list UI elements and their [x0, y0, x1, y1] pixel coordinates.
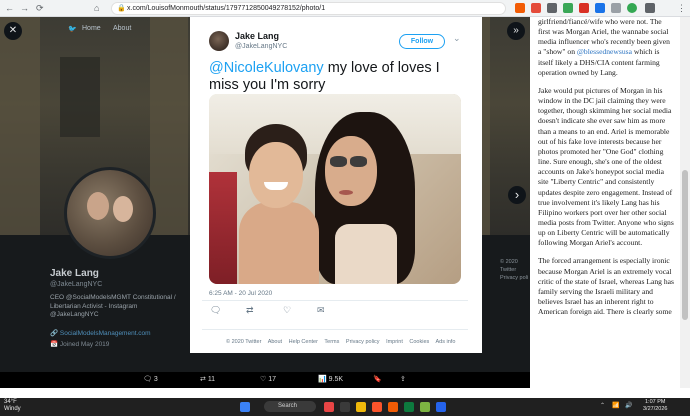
- photo-action-bar: 🗨 3 ⇄ 11 ♡ 17 📊 9.5K 🔖 ⇪: [0, 372, 530, 388]
- footer-link[interactable]: About: [268, 339, 282, 345]
- taskbar-clock[interactable]: 1:07 PM 3/27/2026: [643, 399, 667, 413]
- article-panel: girlfriend/fiancé/wife who were not. The…: [530, 17, 680, 388]
- profile-name: Jake Lang: [50, 268, 99, 279]
- folder-icon[interactable]: [356, 402, 366, 412]
- reload-icon[interactable]: ⟳: [36, 3, 44, 13]
- author-name[interactable]: Jake Lang: [235, 31, 279, 41]
- article-link[interactable]: @blessednewsusa: [577, 47, 632, 56]
- extension-icon[interactable]: [579, 3, 589, 13]
- forward-icon[interactable]: →: [20, 3, 29, 13]
- weather-widget[interactable]: 34°F Windy: [4, 399, 21, 413]
- extension-icon[interactable]: [563, 3, 573, 13]
- nav-about[interactable]: About: [113, 25, 131, 32]
- scrollbar-thumb[interactable]: [682, 170, 688, 320]
- app-icon[interactable]: [324, 402, 334, 412]
- windows-taskbar: 34°F Windy Search ⌃ 📶 🔊 1:07 PM 3/27/202…: [0, 398, 690, 416]
- follow-button[interactable]: Follow: [399, 34, 445, 49]
- next-button[interactable]: »: [507, 22, 525, 40]
- extension-icon[interactable]: [515, 3, 525, 13]
- tweet-modal: Jake Lang @JakeLangNYC Follow ⌄ @NicoleK…: [190, 17, 482, 353]
- twitter-bird-icon: 🐦: [68, 26, 77, 33]
- profile-joined: 📅 Joined May 2019: [50, 341, 110, 348]
- extension-icon[interactable]: [547, 3, 557, 13]
- footer-link[interactable]: Ads info: [436, 339, 456, 345]
- browser-toolbar: ← → ⟳ ⌂ 🔒 x.com/LouisofMonmouth/status/1…: [0, 0, 690, 17]
- task-view-icon[interactable]: [340, 402, 350, 412]
- footer-link[interactable]: Cookies: [409, 339, 429, 345]
- article-paragraph: girlfriend/fiancé/wife who were not. The…: [538, 17, 670, 77]
- profile-handle: @JakeLangNYC: [50, 281, 103, 288]
- wifi-icon[interactable]: ⌃: [600, 402, 605, 409]
- reply-icon[interactable]: 🗨: [210, 305, 221, 316]
- reply-action[interactable]: 🗨 3: [143, 375, 158, 383]
- tweet-timestamp[interactable]: 6:25 AM - 20 Jul 2020: [209, 290, 272, 297]
- shield-icon[interactable]: [531, 3, 541, 13]
- profile-link[interactable]: 🔗 SocialModelsManagement.com: [50, 329, 151, 337]
- modal-footer: © 2020 Twitter About Help Center Terms P…: [226, 339, 460, 345]
- sidebar-icon[interactable]: [645, 3, 655, 13]
- nav-home[interactable]: Home: [82, 25, 101, 32]
- back-icon[interactable]: ←: [5, 3, 14, 13]
- home-icon[interactable]: ⌂: [94, 3, 99, 13]
- close-button[interactable]: ✕: [4, 22, 22, 40]
- like-action[interactable]: ♡ 17: [260, 375, 276, 383]
- brave-icon[interactable]: [372, 402, 382, 412]
- chevron-down-icon[interactable]: ⌄: [453, 33, 461, 44]
- retweet-action[interactable]: ⇄ 11: [200, 375, 215, 383]
- footer-link[interactable]: Privacy policy: [346, 339, 380, 345]
- footer-link: © 2020 Twitter: [226, 339, 262, 345]
- address-bar[interactable]: 🔒 x.com/LouisofMonmouth/status/179771285…: [111, 2, 506, 15]
- divider: [202, 300, 468, 301]
- lock-icon: 🔒: [117, 5, 126, 12]
- like-icon[interactable]: ♡: [283, 305, 291, 316]
- views-action[interactable]: 📊 9.5K: [318, 375, 343, 383]
- mention-link[interactable]: @NicoleKulovany: [209, 60, 324, 76]
- minecraft-icon[interactable]: [420, 402, 430, 412]
- article-paragraph: Jake would put pictures of Morgan in his…: [538, 85, 674, 248]
- next-photo-button[interactable]: ›: [508, 186, 526, 204]
- footer-link[interactable]: Terms: [324, 339, 339, 345]
- app-icon[interactable]: [436, 402, 446, 412]
- network-icon[interactable]: 📶: [612, 402, 619, 409]
- divider: [202, 329, 468, 330]
- url-text: x.com/LouisofMonmouth/status/17977128500…: [127, 5, 326, 12]
- footer-link[interactable]: Help Center: [289, 339, 318, 345]
- dm-icon[interactable]: ✉: [317, 305, 325, 316]
- side-footer: © 2020 Twitter Privacy poli: [500, 259, 529, 281]
- browser-icon[interactable]: [388, 402, 398, 412]
- retweet-icon[interactable]: ⇄: [246, 305, 254, 316]
- tweet-photo[interactable]: [209, 94, 461, 284]
- page-bottom-strip: [0, 388, 690, 398]
- puzzle-icon[interactable]: [611, 3, 621, 13]
- volume-icon[interactable]: 🔊: [625, 402, 632, 409]
- share-icon[interactable]: ⇪: [400, 375, 406, 383]
- profile-bio: CEO @SocialModelsMGMT Constitutional / L…: [50, 294, 176, 318]
- extension-icon[interactable]: [595, 3, 605, 13]
- author-handle[interactable]: @JakeLangNYC: [235, 43, 287, 50]
- tweet-text: @NicoleKulovany my love of loves I miss …: [209, 60, 440, 93]
- author-avatar[interactable]: [209, 31, 229, 51]
- app-icon[interactable]: [404, 402, 414, 412]
- profile-avatar[interactable]: [627, 3, 637, 13]
- footer-link[interactable]: Imprint: [386, 339, 403, 345]
- menu-icon[interactable]: ⋮: [677, 3, 686, 13]
- taskbar-search[interactable]: Search: [264, 401, 316, 412]
- bookmark-icon[interactable]: 🔖: [373, 375, 382, 383]
- profile-avatar: [64, 167, 156, 259]
- windows-start-icon[interactable]: [240, 402, 250, 412]
- article-paragraph: The forced arrangement is especially iro…: [538, 256, 674, 317]
